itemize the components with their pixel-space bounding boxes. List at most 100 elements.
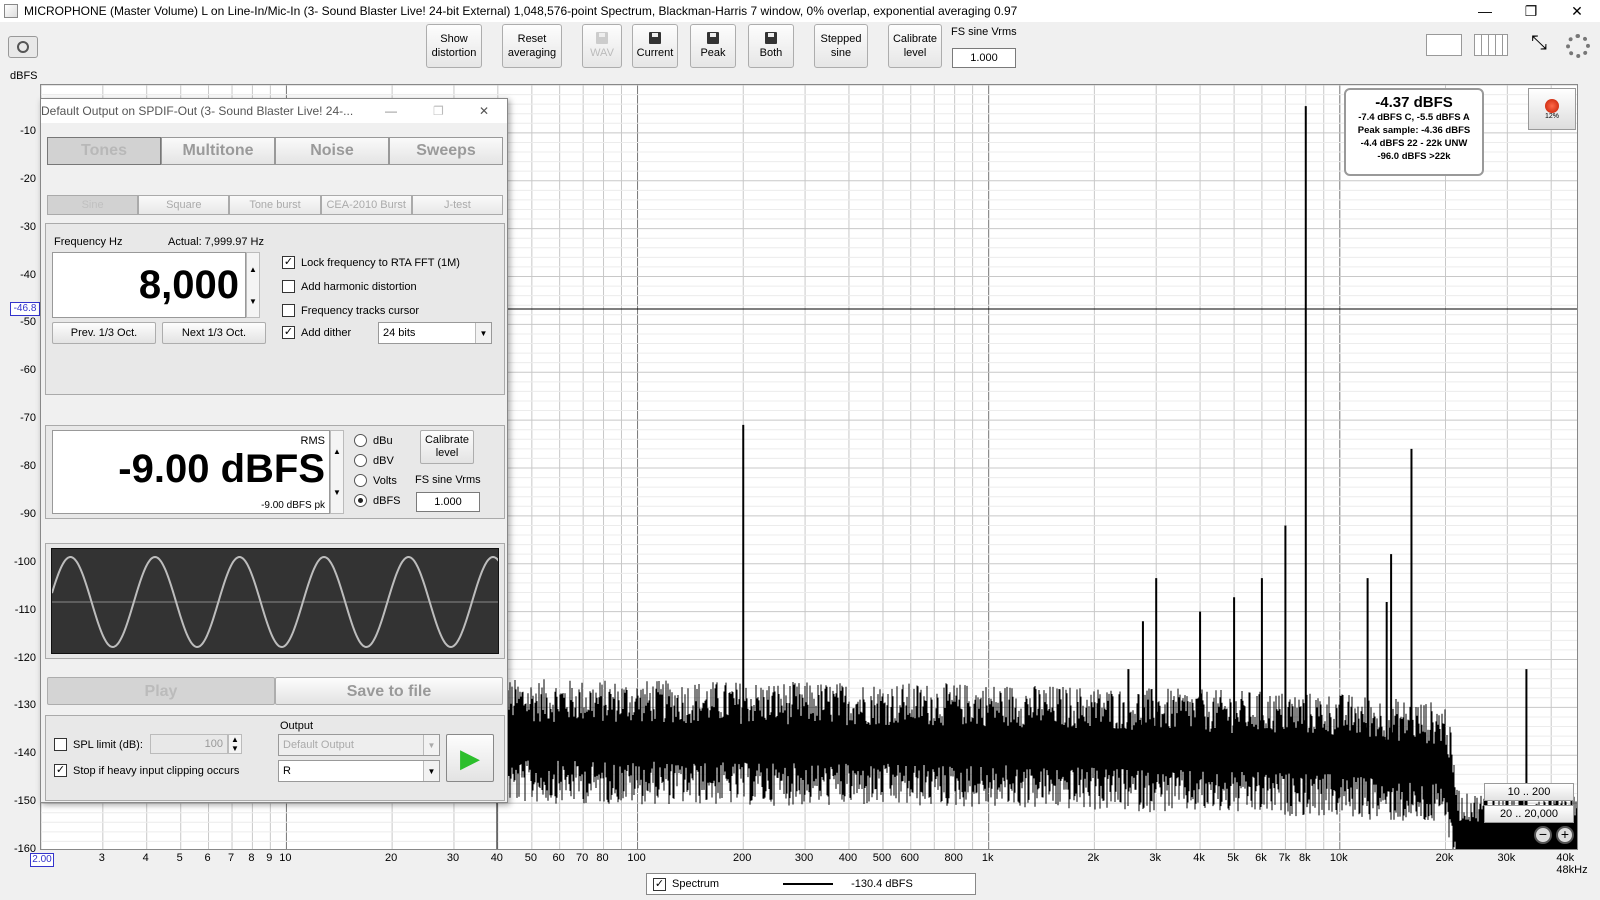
legend-series-name: Spectrum [672, 878, 720, 890]
spl-down-icon[interactable]: ▼ [231, 744, 239, 753]
save-to-file-button[interactable]: Save to file [275, 677, 503, 705]
generator-close-button[interactable]: ✕ [479, 104, 489, 118]
wav-button[interactable]: WAV [582, 24, 622, 68]
save-peak-button[interactable]: Peak [690, 24, 736, 68]
x-tick-label: 9 [266, 852, 273, 864]
tab-noise[interactable]: Noise [275, 137, 389, 165]
y-tick-label: -10 [20, 124, 36, 137]
spectrum-visible-checkbox[interactable]: ✓ [653, 877, 666, 891]
record-button[interactable]: 12% [1528, 88, 1576, 130]
generator-restore-button[interactable]: ❐ [433, 104, 444, 118]
unit-dbu-option[interactable]: dBu [354, 434, 393, 447]
spl-limit-input[interactable]: 100 [150, 734, 228, 754]
subtab-sine[interactable]: Sine [47, 195, 139, 215]
fs-sine-input[interactable]: 1.000 [952, 48, 1016, 68]
camera-icon[interactable] [8, 36, 38, 58]
unit-volts-option[interactable]: Volts [354, 474, 397, 487]
waveform-subtabs: Sine Square Tone burst CEA-2010 Burst J-… [47, 195, 504, 215]
layout-icon[interactable] [1426, 34, 1462, 56]
add-dither-option[interactable]: ✓ Add dither [282, 326, 351, 339]
generator-calibrate-button[interactable]: Calibrate level [420, 430, 474, 464]
unit-dbv-option[interactable]: dBV [354, 454, 394, 467]
spl-up-icon[interactable]: ▲ [231, 735, 239, 744]
fs-sine-label: FS sine Vrms [951, 26, 1017, 38]
reset-averaging-button[interactable]: Reset averaging [502, 24, 562, 68]
prev-oct-button[interactable]: Prev. 1/3 Oct. [52, 322, 156, 344]
close-button[interactable]: ✕ [1554, 0, 1600, 22]
calibrate-level-button[interactable]: Calibrate level [888, 24, 942, 68]
restore-button[interactable]: ❐ [1508, 0, 1554, 22]
subtab-tone-burst[interactable]: Tone burst [229, 195, 321, 215]
stop-clipping-checkbox[interactable]: ✓ [54, 764, 67, 777]
play-button[interactable]: Play [47, 677, 275, 705]
y-tick-label: -100 [13, 555, 36, 568]
level-down-icon[interactable]: ▼ [333, 488, 341, 497]
show-distortion-button[interactable]: Show distortion [426, 24, 482, 68]
readout-line3: -4.4 dBFS 22 - 22k UNW [1360, 138, 1468, 149]
save-icon [707, 32, 719, 44]
unit-dbv-radio[interactable] [354, 454, 367, 467]
spl-limit-option[interactable]: SPL limit (dB): [54, 738, 143, 751]
generator-minimize-button[interactable]: — [385, 104, 397, 118]
level-spinner[interactable]: ▲ ▼ [330, 430, 344, 514]
frequency-down-icon[interactable]: ▼ [249, 297, 257, 306]
unit-dbfs-radio[interactable] [354, 494, 367, 507]
spl-limit-checkbox[interactable] [54, 738, 67, 751]
generator-fs-input[interactable]: 1.000 [416, 492, 480, 512]
spl-spinner[interactable]: ▲ ▼ [228, 734, 242, 754]
stop-clipping-option[interactable]: ✓ Stop if heavy input clipping occurs [54, 764, 239, 777]
frequency-tracks-option[interactable]: Frequency tracks cursor [282, 304, 419, 317]
tab-sweeps[interactable]: Sweeps [389, 137, 503, 165]
y-tick-label: -130 [13, 699, 36, 712]
frequency-up-icon[interactable]: ▲ [249, 265, 257, 274]
y-tick-label: -50 [20, 316, 36, 329]
save-icon [765, 32, 777, 44]
range-20-20000-button[interactable]: 20 .. 20,000 [1484, 805, 1574, 823]
frequency-input[interactable]: 8,000 [52, 252, 246, 318]
tab-multitone[interactable]: Multitone [161, 137, 275, 165]
output-device-select[interactable]: Default Output ▼ [278, 734, 440, 756]
chevron-down-icon[interactable]: ▼ [423, 761, 439, 781]
toolbar: Show distortion Reset averaging WAV Curren… [0, 22, 1600, 80]
unit-volts-radio[interactable] [354, 474, 367, 487]
minimize-button[interactable]: — [1462, 0, 1508, 22]
save-both-button[interactable]: Both [748, 24, 794, 68]
zoom-out-icon[interactable]: − [1534, 826, 1552, 844]
x-tick-label: 6k [1255, 852, 1267, 864]
y-tick-label: -120 [13, 651, 36, 664]
frequency-spinner[interactable]: ▲ ▼ [246, 252, 260, 318]
tab-tones[interactable]: Tones [47, 137, 161, 165]
level-input[interactable]: RMS -9.00 dBFS -9.00 dBFS pk [52, 430, 330, 514]
lock-frequency-checkbox[interactable]: ✓ [282, 256, 295, 269]
x-tick-label: 10 [279, 852, 292, 864]
zoom-in-icon[interactable]: + [1556, 826, 1574, 844]
add-harmonic-option[interactable]: Add harmonic distortion [282, 280, 417, 293]
subtab-cea-2010[interactable]: CEA-2010 Burst [320, 195, 412, 215]
lock-frequency-option[interactable]: ✓ Lock frequency to RTA FFT (1M) [282, 256, 460, 269]
stepped-sine-button[interactable]: Stepped sine [814, 24, 868, 68]
columns-icon[interactable] [1474, 34, 1508, 56]
unit-dbu-radio[interactable] [354, 434, 367, 447]
level-up-icon[interactable]: ▲ [333, 447, 341, 456]
next-oct-button[interactable]: Next 1/3 Oct. [162, 322, 266, 344]
play-icon[interactable]: ▶ [446, 734, 494, 782]
x-tick-label: 40k 48kHz [1556, 852, 1588, 876]
x-tick-label: 7 [227, 852, 235, 864]
range-10-200-button[interactable]: 10 .. 200 [1484, 783, 1574, 801]
chevron-down-icon[interactable]: ▼ [475, 323, 491, 343]
add-dither-checkbox[interactable]: ✓ [282, 326, 295, 339]
subtab-j-test[interactable]: J-test [411, 195, 504, 215]
gear-icon[interactable] [1566, 34, 1590, 58]
resize-arrows-icon[interactable]: ⤡ [1520, 32, 1558, 58]
y-tick-label: -20 [20, 172, 36, 185]
x-start-readout[interactable]: 2.00 [30, 853, 54, 867]
dither-bits-select[interactable]: 24 bits ▼ [378, 322, 492, 344]
output-channel-select[interactable]: R ▼ [278, 760, 440, 782]
chevron-down-icon[interactable]: ▼ [423, 735, 439, 755]
subtab-square[interactable]: Square [138, 195, 230, 215]
save-current-button[interactable]: Current [632, 24, 678, 68]
x-tick-label: 3k [1149, 852, 1162, 864]
add-harmonic-checkbox[interactable] [282, 280, 295, 293]
frequency-tracks-checkbox[interactable] [282, 304, 295, 317]
unit-dbfs-option[interactable]: dBFS [354, 494, 401, 507]
